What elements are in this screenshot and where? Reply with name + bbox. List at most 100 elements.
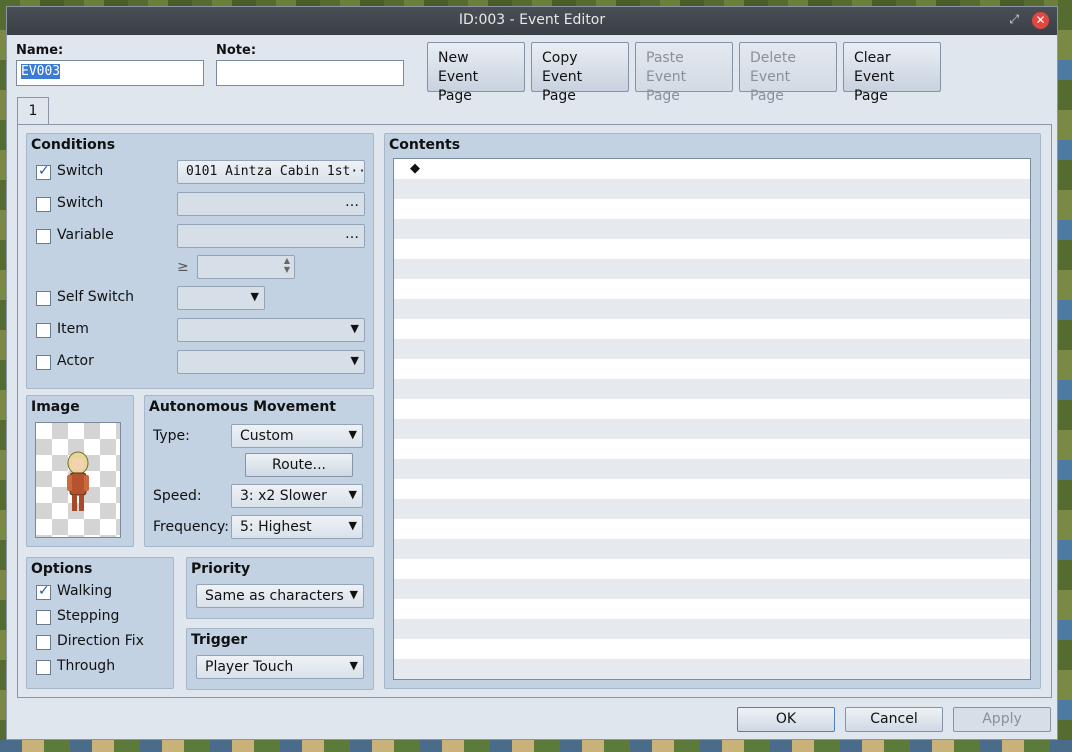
chevron-down-icon: ▼ [350, 354, 359, 367]
ok-button[interactable]: OK [737, 707, 835, 732]
movement-frequency-value: 5: Highest [240, 519, 312, 535]
conditions-title: Conditions [31, 137, 116, 153]
variable-checkbox[interactable] [36, 229, 51, 244]
event-editor-window: ID:003 - Event Editor ⤢ ✕ Name: EV003 No… [6, 6, 1058, 740]
direction-fix-label: Direction Fix [57, 633, 144, 649]
variable-selector[interactable]: … [177, 224, 365, 248]
note-label: Note: [216, 43, 257, 58]
priority-title: Priority [191, 561, 251, 577]
self-switch-checkbox[interactable] [36, 291, 51, 306]
speed-label: Speed: [153, 488, 202, 504]
switch1-checkbox[interactable] [36, 163, 51, 180]
spinner-arrows-icon[interactable]: ▲ ▼ [284, 256, 290, 274]
switch2-label: Switch [57, 195, 104, 211]
copy-event-page-label-2: Event Page [542, 69, 583, 104]
new-event-page-label-2: Event Page [438, 69, 479, 104]
variable-label: Variable [57, 227, 114, 243]
copy-event-page-button[interactable]: Copy Event Page [531, 42, 629, 104]
tab-page-1[interactable]: 1 [17, 97, 49, 125]
paste-event-page-label-2: Event Page [646, 69, 687, 104]
through-checkbox[interactable] [36, 660, 51, 675]
name-label: Name: [16, 43, 64, 58]
movement-title: Autonomous Movement [149, 399, 336, 415]
delete-event-page-label-1: Delete [750, 50, 796, 66]
apply-button[interactable]: Apply [953, 707, 1051, 732]
self-switch-label: Self Switch [57, 289, 135, 305]
gte-operator: ≥ [177, 259, 189, 275]
character-image[interactable] [35, 422, 121, 538]
new-event-page-button[interactable]: New Event Page [427, 42, 525, 104]
chevron-down-icon: ▼ [348, 428, 357, 441]
delete-event-page-label-2: Event Page [750, 69, 791, 104]
switch2-checkbox[interactable] [36, 197, 51, 212]
options-title: Options [31, 561, 93, 577]
switch1-value: 0101 Aintza Cabin 1st··· [186, 164, 365, 179]
priority-group: Priority Same as characters ▼ [186, 557, 374, 619]
actor-checkbox[interactable] [36, 355, 51, 370]
chevron-down-icon: ▼ [349, 588, 358, 601]
clear-event-page-label-1: Clear [854, 50, 891, 66]
chevron-down-icon: ▼ [250, 290, 259, 303]
direction-fix-checkbox[interactable] [36, 635, 51, 650]
movement-frequency-select[interactable]: 5: Highest ▼ [231, 515, 363, 539]
self-switch-select[interactable]: ▼ [177, 286, 265, 310]
actor-label: Actor [57, 353, 94, 369]
priority-value: Same as characters [205, 588, 344, 604]
switch2-selector[interactable]: … [177, 192, 365, 216]
restore-icon[interactable]: ⤢ [1009, 12, 1019, 27]
cancel-button[interactable]: Cancel [845, 707, 943, 732]
walking-checkbox[interactable] [36, 583, 51, 600]
event-command-list[interactable]: ◆ [393, 158, 1031, 680]
paste-event-page-label-1: Paste [646, 50, 684, 66]
image-title: Image [31, 399, 80, 415]
ellipsis-icon: … [345, 194, 359, 210]
switch1-label: Switch [57, 163, 104, 179]
close-icon[interactable]: ✕ [1032, 12, 1049, 29]
note-field[interactable] [216, 60, 404, 86]
trigger-select[interactable]: Player Touch ▼ [196, 655, 364, 679]
trigger-group: Trigger Player Touch ▼ [186, 628, 374, 690]
character-sprite-icon [67, 451, 89, 511]
chevron-down-icon: ▼ [348, 488, 357, 501]
through-label: Through [57, 658, 116, 674]
type-label: Type: [153, 428, 190, 444]
clear-event-page-button[interactable]: Clear Event Page [843, 42, 941, 104]
trigger-title: Trigger [191, 632, 248, 648]
image-group: Image [26, 395, 134, 547]
map-background-right [1058, 0, 1072, 752]
movement-speed-value: 3: x2 Slower [240, 488, 327, 504]
movement-speed-select[interactable]: 3: x2 Slower ▼ [231, 484, 363, 508]
title-bar[interactable]: ID:003 - Event Editor ⤢ ✕ [7, 7, 1057, 35]
name-field[interactable]: EV003 [16, 60, 204, 86]
ellipsis-icon: … [345, 226, 359, 242]
item-label: Item [57, 321, 89, 337]
new-event-page-label-1: New [438, 50, 469, 66]
stepping-label: Stepping [57, 608, 120, 624]
paste-event-page-button[interactable]: Paste Event Page [635, 42, 733, 104]
options-group: Options Walking Stepping Direction Fix T… [26, 557, 174, 689]
actor-select[interactable]: ▼ [177, 350, 365, 374]
contents-group: Contents ◆ [384, 133, 1041, 689]
window-title: ID:003 - Event Editor [458, 12, 606, 28]
command-list-item[interactable]: ◆ [410, 161, 420, 176]
movement-type-value: Custom [240, 428, 294, 444]
name-value: EV003 [21, 64, 61, 79]
trigger-value: Player Touch [205, 659, 294, 675]
chevron-down-icon: ▼ [350, 322, 359, 335]
frequency-label: Frequency: [153, 519, 230, 535]
route-button[interactable]: Route... [245, 453, 353, 477]
variable-value-spinner[interactable]: ▲ ▼ [197, 255, 295, 279]
movement-type-select[interactable]: Custom ▼ [231, 424, 363, 448]
switch1-selector[interactable]: 0101 Aintza Cabin 1st··· [177, 160, 365, 184]
map-background-bottom [0, 740, 1072, 752]
item-checkbox[interactable] [36, 323, 51, 338]
chevron-down-icon: ▼ [348, 519, 357, 532]
contents-title: Contents [389, 137, 461, 153]
event-page-panel: Conditions Switch 0101 Aintza Cabin 1st·… [17, 124, 1052, 698]
item-select[interactable]: ▼ [177, 318, 365, 342]
delete-event-page-button[interactable]: Delete Event Page [739, 42, 837, 104]
priority-select[interactable]: Same as characters ▼ [196, 584, 364, 608]
walking-label: Walking [57, 583, 113, 599]
clear-event-page-label-2: Event Page [854, 69, 895, 104]
stepping-checkbox[interactable] [36, 610, 51, 625]
